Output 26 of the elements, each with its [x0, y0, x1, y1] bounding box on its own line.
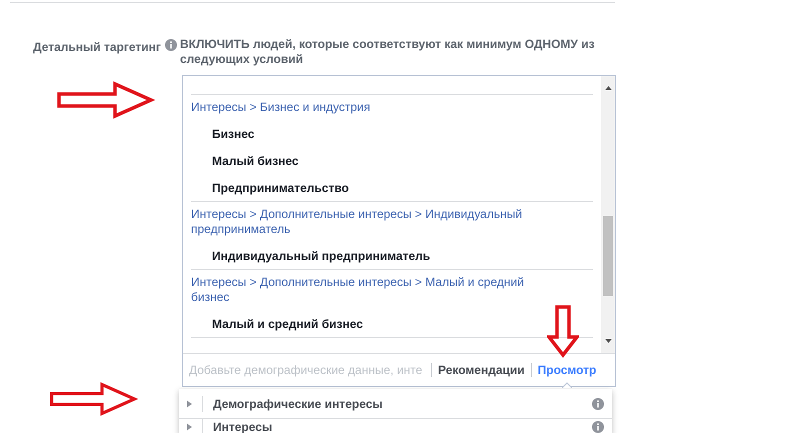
- expand-caret-icon[interactable]: [187, 400, 192, 408]
- category-row[interactable]: Демографические интересы: [179, 389, 612, 419]
- expand-caret-icon[interactable]: [187, 422, 192, 430]
- breadcrumb-link[interactable]: Интересы > Дополнительные интересы > Малый и средний бизнес: [191, 275, 533, 305]
- tab[interactable]: Просмотр: [538, 354, 596, 386]
- info-icon: [164, 39, 177, 51]
- breadcrumb-link[interactable]: Интересы > Бизнес и индустрия: [191, 100, 533, 115]
- scroll-up-icon[interactable]: [604, 86, 612, 90]
- scrollbar[interactable]: [601, 76, 615, 353]
- category-row[interactable]: Интересы: [179, 419, 612, 433]
- category-label: Демографические интересы: [213, 396, 384, 410]
- selected-interest: Индивидуальный предприниматель: [212, 248, 430, 264]
- scrollbar-thumb[interactable]: [603, 216, 613, 296]
- search-field[interactable]: Добавьте демографические данные, инте: [189, 361, 425, 379]
- info-icon: [592, 398, 604, 410]
- arrow-drawing: [547, 303, 579, 359]
- selected-interest: Предпринимательство: [212, 180, 349, 196]
- section-heading: ВКЛЮЧИТЬ людей, которые соответствуют как минимум ОДНОМУ из следующих условий: [180, 37, 595, 66]
- category-label: Интересы: [213, 420, 274, 433]
- selected-interest: Малый и средний бизнес: [212, 316, 363, 332]
- scroll-down-icon[interactable]: [604, 339, 612, 343]
- tab[interactable]: Рекомендации: [438, 354, 525, 386]
- selected-interest: Бизнес: [212, 126, 254, 142]
- breadcrumb-link[interactable]: Интересы > Дополнительные интересы > Индивидуальный предприниматель: [191, 207, 533, 237]
- selected-interest: Малый бизнес: [212, 152, 299, 170]
- field-label: Детальный таргетинг: [33, 39, 161, 56]
